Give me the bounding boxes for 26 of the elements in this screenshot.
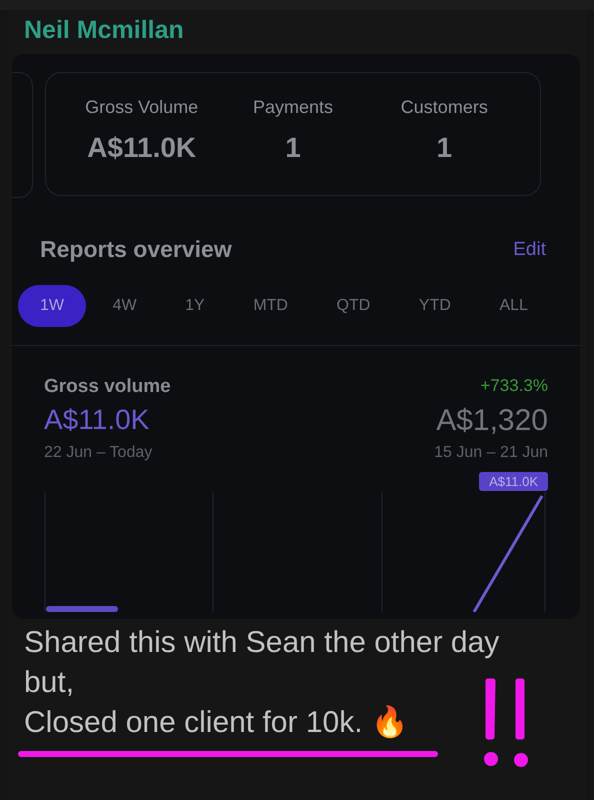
range-tab[interactable]: YTD — [396, 285, 473, 327]
stat-label: Payments — [252, 97, 334, 118]
edit-link[interactable]: Edit — [513, 238, 546, 260]
range-tab[interactable]: 1Y — [163, 285, 227, 327]
range-tab[interactable]: 1W — [18, 285, 86, 327]
range-tab[interactable]: 4W — [90, 285, 159, 327]
stat-value: A$11.0K — [87, 132, 196, 164]
period-label: 15 Jun – 21 Jun — [434, 444, 548, 462]
change-percent: +733.3% — [479, 376, 548, 397]
message-text: Shared this with Sean the other day — [24, 625, 500, 661]
range-tab[interactable]: MTD — [231, 285, 310, 327]
message-text: Closed one client for 10k. 🔥 — [24, 704, 408, 741]
message-text: but, — [24, 665, 74, 701]
range-tab[interactable]: ALL — [477, 285, 550, 327]
stat-value: 1 — [436, 132, 452, 164]
current-value: A$11.0K — [44, 404, 150, 437]
stat-label: Customers — [400, 97, 488, 118]
previous-value: A$1,320 — [435, 404, 548, 438]
section-title: Reports overview — [40, 236, 232, 263]
sender-name: Neil Mcmillan — [23, 15, 185, 46]
metric-title: Gross volume — [44, 376, 172, 398]
stat-value: 1 — [285, 132, 301, 164]
period-label: 22 Jun – Today — [44, 444, 154, 462]
range-tab[interactable]: QTD — [314, 285, 392, 327]
stat-label: Gross Volume — [85, 97, 198, 118]
chart-value-tag: A$11.0K — [479, 472, 548, 491]
